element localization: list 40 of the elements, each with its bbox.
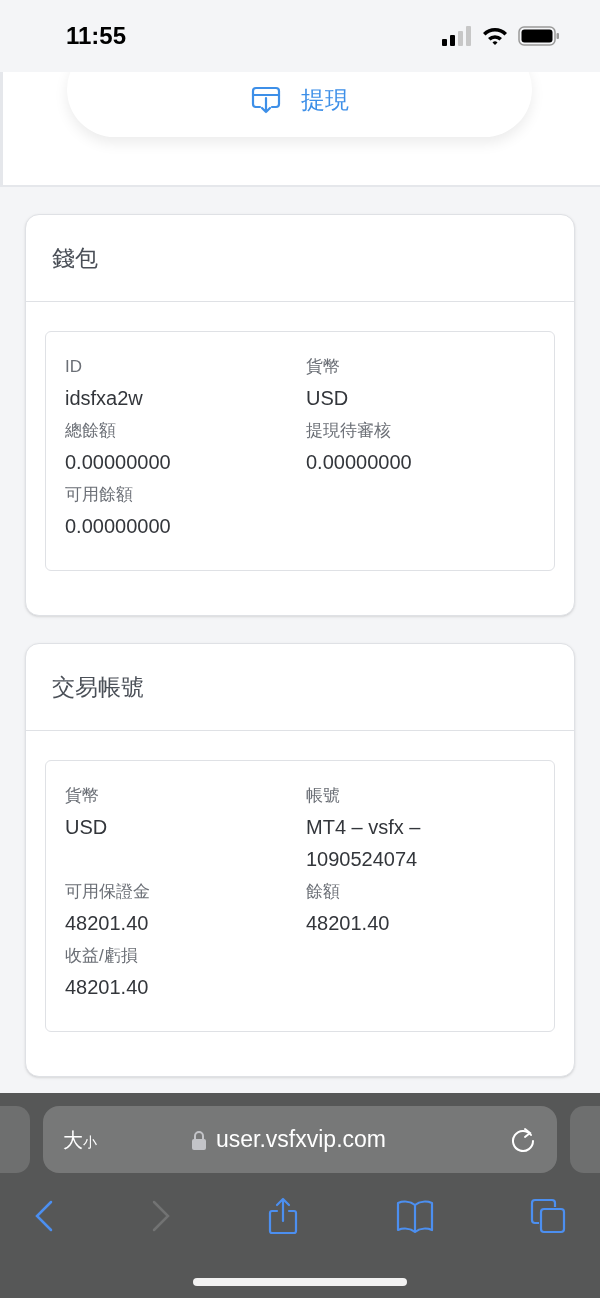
field-label: 帳號 (306, 785, 341, 807)
card-title: 錢包 (52, 243, 98, 273)
tab-preview[interactable] (0, 1106, 30, 1173)
forward-icon[interactable] (150, 1200, 171, 1232)
signal-icon (442, 26, 472, 46)
field-label: 貨幣 (306, 356, 341, 378)
field-value: USD (65, 815, 109, 840)
withdraw-button[interactable]: 提現 (67, 72, 532, 137)
lock-icon (192, 1129, 206, 1150)
status-time: 11:55 (66, 21, 127, 51)
text-size-button[interactable]: 大小 (63, 1128, 97, 1151)
battery-icon (518, 26, 560, 46)
field-label: ID (65, 356, 83, 378)
address-bar[interactable]: 大小 user.vsfxvip.com (43, 1106, 557, 1173)
tabs-icon[interactable] (530, 1198, 566, 1234)
field-label: 收益/虧損 (65, 945, 139, 967)
field-value: 48201.40 (65, 975, 150, 1000)
card-title: 交易帳號 (52, 672, 144, 702)
field-value: 0.00000000 (306, 450, 413, 475)
field-label: 總餘額 (65, 420, 117, 442)
book-icon[interactable] (395, 1199, 434, 1233)
field-value: 0.00000000 (65, 514, 172, 539)
download-tray-icon (250, 85, 281, 114)
field-label: 提現待審核 (306, 420, 392, 442)
field-value: 0.00000000 (65, 450, 172, 475)
field-value: idsfxa2w (65, 386, 144, 411)
share-icon[interactable] (267, 1197, 299, 1235)
url-text: user.vsfxvip.com (216, 1125, 386, 1155)
field-value: 48201.40 (65, 911, 150, 936)
tab-preview[interactable] (570, 1106, 600, 1173)
back-icon[interactable] (34, 1200, 54, 1232)
field-label: 餘額 (306, 881, 341, 903)
field-value: 48201.40 (306, 911, 391, 936)
field-label: 可用保證金 (65, 881, 151, 903)
reload-icon[interactable] (511, 1125, 537, 1154)
wifi-icon (482, 26, 508, 46)
field-value: MT4 – vsfx – 1090524074 (306, 815, 422, 872)
field-label: 貨幣 (65, 785, 100, 807)
field-label: 可用餘額 (65, 484, 134, 506)
field-value: USD (306, 386, 350, 411)
